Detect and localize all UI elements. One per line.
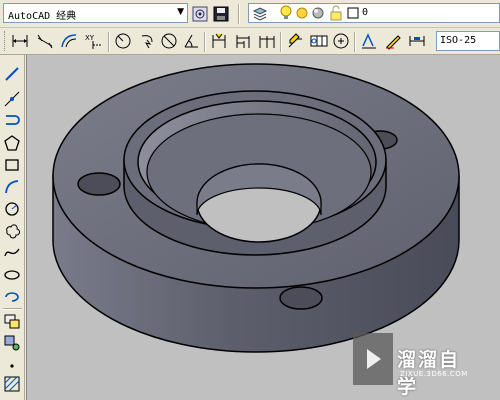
ordinate-dimension-icon[interactable]: XY <box>84 32 102 50</box>
watermark: 溜溜自学 ZIXUE.3D66.COM <box>353 333 473 398</box>
toolbar-separator <box>238 4 240 24</box>
make-block-icon[interactable] <box>3 334 21 352</box>
layer-properties-icon[interactable] <box>251 4 269 22</box>
hatch-icon[interactable] <box>3 375 21 393</box>
lock-icon[interactable] <box>327 4 345 22</box>
layer-name-value: 0 <box>362 7 369 18</box>
revision-cloud-icon[interactable] <box>3 222 21 240</box>
polygon-icon[interactable] <box>3 134 21 152</box>
viewport-freeze-icon[interactable] <box>309 4 327 22</box>
baseline-dimension-icon[interactable] <box>234 32 252 50</box>
radius-dimension-icon[interactable] <box>114 32 132 50</box>
ellipse-icon[interactable] <box>3 266 21 284</box>
workspace-settings-icon[interactable] <box>191 5 209 23</box>
drawing-area[interactable]: 溜溜自学 ZIXUE.3D66.COM <box>26 55 500 400</box>
dimension-toolbar-row: XY ISO-25 <box>0 28 500 55</box>
angular-dimension-icon[interactable] <box>182 32 200 50</box>
toolbar-separator <box>204 32 206 52</box>
aligned-dimension-icon[interactable] <box>36 32 54 50</box>
polyline-icon[interactable] <box>3 112 21 130</box>
quick-dimension-icon[interactable] <box>210 32 228 50</box>
workspace-dropdown[interactable]: AutoCAD 经典 ▼ <box>3 3 188 23</box>
dimension-update-icon[interactable] <box>408 32 426 50</box>
center-mark-icon[interactable] <box>332 32 350 50</box>
construction-line-icon[interactable] <box>3 90 21 108</box>
toolbar-separator <box>108 32 110 52</box>
toolbar-separator <box>354 32 356 52</box>
layer-control[interactable]: 0 <box>248 3 500 23</box>
chevron-down-icon[interactable]: ▼ <box>177 7 184 17</box>
dimension-edit-icon[interactable] <box>360 32 378 50</box>
save-workspace-icon[interactable] <box>212 5 230 23</box>
linear-dimension-icon[interactable] <box>11 32 29 50</box>
draw-toolbar <box>0 55 25 400</box>
dimension-style-value: ISO-25 <box>440 35 477 46</box>
arc-length-icon[interactable] <box>60 32 78 50</box>
dimension-style-dropdown[interactable]: ISO-25 <box>436 31 500 51</box>
standard-toolbar-row: AutoCAD 经典 ▼ 0 <box>0 0 500 28</box>
workspace-value: AutoCAD 经典 <box>8 11 77 22</box>
jogged-dimension-icon[interactable] <box>138 32 156 50</box>
tolerance-icon[interactable] <box>310 32 328 50</box>
watermark-url: ZIXUE.3D66.COM <box>400 370 468 378</box>
toolbar-separator <box>3 308 22 310</box>
quick-leader-icon[interactable] <box>286 32 304 50</box>
circle-icon[interactable] <box>3 200 21 218</box>
insert-block-icon[interactable] <box>3 312 21 330</box>
toolbar-grip[interactable] <box>4 31 7 51</box>
rectangle-icon[interactable] <box>3 156 21 174</box>
continue-dimension-icon[interactable] <box>258 32 276 50</box>
arc-icon[interactable] <box>3 178 21 196</box>
toolbar-separator <box>280 32 282 52</box>
line-icon[interactable] <box>3 65 21 83</box>
layer-color-swatch[interactable] <box>344 4 362 22</box>
dimension-text-edit-icon[interactable] <box>384 32 402 50</box>
point-icon[interactable] <box>3 356 21 374</box>
spline-icon[interactable] <box>3 244 21 262</box>
diameter-dimension-icon[interactable] <box>160 32 178 50</box>
ellipse-arc-icon[interactable] <box>3 288 21 306</box>
play-logo-icon <box>353 333 393 385</box>
svg-text:XY: XY <box>85 34 95 42</box>
